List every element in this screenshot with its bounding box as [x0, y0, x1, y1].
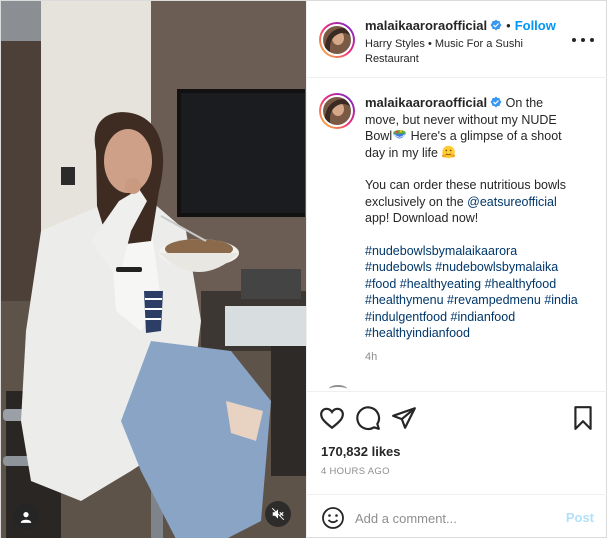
hashtag-link[interactable]: #nudebowlsbymalaikaarora	[365, 244, 517, 258]
caption-avatar[interactable]	[319, 93, 355, 129]
bookmark-icon	[574, 406, 592, 430]
hashtag-link[interactable]: #nudebowlsbymalaika	[435, 260, 558, 274]
more-options-button[interactable]	[572, 32, 594, 48]
more-horizontal-icon	[572, 38, 576, 42]
caption-time: 4h	[365, 351, 378, 363]
share-button[interactable]	[391, 405, 417, 431]
hashtag-link[interactable]: #revampedmenu	[447, 293, 541, 307]
mention-link[interactable]: @eatsureofficial	[467, 195, 557, 209]
hashtag-link[interactable]: #healthyfood	[485, 277, 557, 291]
comment-input[interactable]	[355, 506, 545, 530]
music-label[interactable]: Harry Styles • Music For a Sushi Restaur…	[365, 37, 555, 67]
instagram-post: malaikaaroraofficial • Follow Harry Styles…	[0, 0, 607, 538]
share-icon	[392, 407, 416, 429]
likes-count[interactable]: 170,832 likes	[321, 444, 401, 459]
hashtag-link[interactable]: #nudebowls	[365, 260, 432, 274]
avatar[interactable]	[319, 22, 355, 58]
like-button[interactable]	[319, 405, 345, 431]
video-frame	[1, 1, 306, 538]
separator-dot: •	[506, 18, 511, 33]
hug-emoji-icon	[442, 145, 456, 158]
action-bar: 170,832 likes 4 HOURS AGO Post	[307, 391, 607, 538]
comment-icon	[356, 406, 381, 431]
hashtag-link[interactable]: #indianfood	[451, 310, 516, 324]
mute-button[interactable]	[265, 501, 291, 527]
heart-icon	[320, 407, 344, 430]
verified-badge-icon	[490, 96, 502, 108]
mute-icon	[271, 507, 285, 521]
caption-area: malaikaaroraofficial On the move, but ne…	[307, 79, 607, 391]
post-video[interactable]	[1, 1, 306, 538]
bowl-emoji-icon	[393, 130, 406, 139]
header-line: malaikaaroraofficial • Follow	[365, 18, 556, 33]
caption-text: malaikaaroraofficial On the move, but ne…	[365, 95, 579, 358]
hashtag-link[interactable]: #food	[365, 277, 396, 291]
comment-bar: Post	[307, 494, 607, 538]
user-tags-icon	[20, 512, 32, 523]
hashtag-link[interactable]: #healthymenu	[365, 293, 444, 307]
header-username[interactable]: malaikaaroraofficial	[365, 18, 487, 33]
hashtag-link[interactable]: #healthyindianfood	[365, 326, 470, 340]
post-comment-button[interactable]: Post	[566, 510, 594, 525]
post-timestamp[interactable]: 4 HOURS AGO	[321, 466, 390, 477]
hashtag-link[interactable]: #indulgentfood	[365, 310, 447, 324]
hashtag-link[interactable]: #healthyeating	[400, 277, 481, 291]
user-tags-button[interactable]	[13, 504, 39, 530]
post-panel: malaikaaroraofficial • Follow Harry Styles…	[306, 1, 607, 538]
save-button[interactable]	[570, 405, 596, 431]
caption-download-text: app! Download now!	[365, 211, 479, 225]
caption-username[interactable]: malaikaaroraofficial	[365, 95, 487, 110]
emoji-button[interactable]	[321, 506, 345, 530]
hashtag-list: #nudebowlsbymalaikaarora #nudebowls #nud…	[365, 243, 579, 342]
follow-button[interactable]: Follow	[515, 18, 556, 33]
emoji-icon	[322, 507, 344, 529]
post-header: malaikaaroraofficial • Follow Harry Styles…	[307, 1, 607, 78]
hashtag-link[interactable]: #india	[544, 293, 577, 307]
comment-button[interactable]	[355, 405, 381, 431]
verified-badge-icon	[490, 19, 502, 31]
